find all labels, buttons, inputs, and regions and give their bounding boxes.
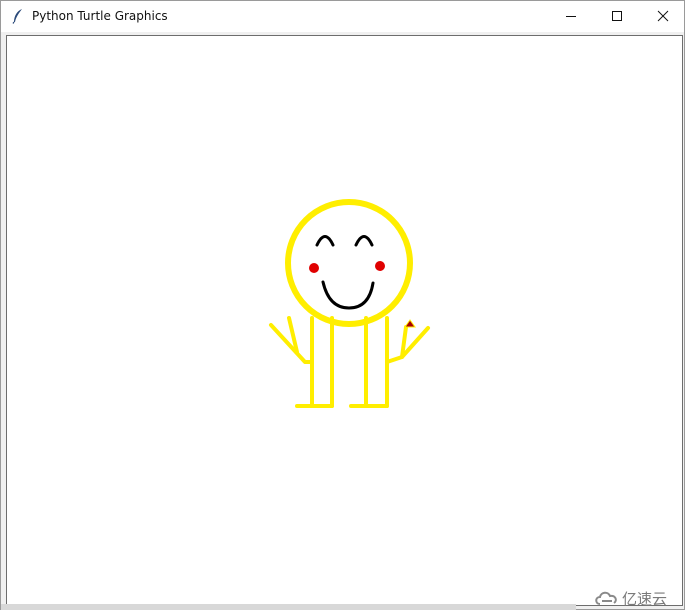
- left-eye: [315, 235, 335, 247]
- title-bar[interactable]: Python Turtle Graphics: [1, 1, 684, 32]
- watermark-text: 亿速云: [622, 589, 668, 608]
- right-leg: [364, 316, 389, 408]
- smiley-face: [315, 235, 375, 310]
- close-button[interactable]: [640, 1, 685, 32]
- head-outline: [285, 199, 413, 327]
- turtle-cursor: [404, 319, 416, 328]
- minimize-button[interactable]: [548, 1, 594, 32]
- minimize-icon: [566, 16, 576, 17]
- right-eye: [354, 235, 374, 247]
- feather-icon: [12, 9, 22, 24]
- maximize-button[interactable]: [594, 1, 640, 32]
- taskbar-edge: [1, 604, 576, 610]
- watermark: 亿速云: [594, 587, 667, 609]
- window-title: Python Turtle Graphics: [32, 9, 168, 23]
- turtle-canvas-frame[interactable]: [6, 35, 683, 606]
- right-arm: [385, 326, 430, 364]
- maximize-icon: [612, 11, 622, 21]
- turtle-window: Python Turtle Graphics: [0, 0, 685, 610]
- right-cheek: [375, 261, 385, 271]
- turtle-canvas[interactable]: [7, 36, 682, 605]
- close-icon: [657, 10, 669, 22]
- smile-mouth: [321, 280, 375, 310]
- stick-figure: [269, 199, 430, 408]
- left-leg: [310, 316, 334, 408]
- left-cheek: [309, 263, 319, 273]
- cloud-logo-icon: [595, 591, 617, 605]
